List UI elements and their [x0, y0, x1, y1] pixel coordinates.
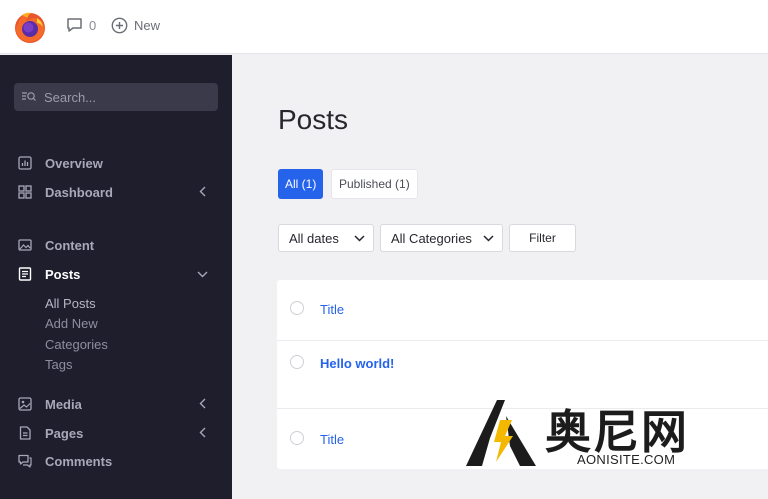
- sidebar-item-label: Content: [45, 237, 95, 253]
- categories-select-value: All Categories: [391, 230, 472, 246]
- sidebar-item-overview[interactable]: Overview: [18, 152, 214, 174]
- search-icon: [22, 92, 36, 101]
- page-title: Posts: [278, 104, 349, 135]
- chevron-left-icon: [199, 427, 206, 438]
- chevron-left-icon: [199, 398, 206, 409]
- categories-select[interactable]: All Categories: [380, 224, 503, 252]
- watermark-url: AONISITE.COM: [577, 452, 676, 467]
- tab-all[interactable]: All (1): [278, 169, 324, 199]
- sidebar-subitem-categories[interactable]: Categories: [45, 337, 108, 352]
- sidebar-subitem-add-new[interactable]: Add New: [45, 316, 98, 331]
- chevron-down-icon: [197, 271, 208, 278]
- photo-icon: [18, 397, 32, 411]
- sidebar-item-media[interactable]: Media: [18, 393, 214, 415]
- tab-published[interactable]: Published (1): [331, 169, 418, 199]
- grid-icon: [18, 185, 32, 199]
- title-column-header[interactable]: Title: [320, 302, 344, 317]
- chevron-down-icon: [483, 235, 494, 242]
- sidebar-item-label: Media: [45, 396, 82, 412]
- sidebar-item-label: Dashboard: [45, 184, 113, 200]
- sidebar-item-label: Posts: [45, 266, 81, 282]
- sidebar-item-dashboard[interactable]: Dashboard: [18, 181, 214, 203]
- comments-icon: [18, 454, 32, 468]
- chart-icon: [18, 156, 32, 170]
- dates-select[interactable]: All dates: [278, 224, 374, 252]
- sidebar-item-pages[interactable]: Pages: [18, 422, 214, 444]
- top-bar: 0 New: [0, 0, 768, 54]
- select-all-radio[interactable]: [290, 301, 304, 315]
- firefox-logo-icon[interactable]: [13, 10, 47, 44]
- comments-count: 0: [89, 17, 97, 33]
- comment-icon: [67, 18, 82, 32]
- row-select-radio[interactable]: [290, 355, 304, 369]
- sidebar-subitem-all-posts[interactable]: All Posts: [45, 296, 96, 311]
- sidebar: Overview Dashboard Content Posts: [0, 55, 232, 499]
- sidebar-item-label: Comments: [45, 453, 113, 469]
- select-all-radio-footer[interactable]: [290, 431, 304, 445]
- chevron-left-icon: [199, 186, 206, 197]
- plus-circle-icon: [111, 17, 128, 34]
- table-header-row: Title: [277, 280, 768, 341]
- sidebar-item-comments[interactable]: Comments: [18, 450, 214, 472]
- page-icon: [19, 426, 31, 440]
- sidebar-item-posts[interactable]: Posts: [18, 263, 214, 285]
- aonisite-logo-icon: [466, 400, 536, 466]
- post-title-link[interactable]: Hello world!: [320, 356, 394, 371]
- chevron-down-icon: [354, 235, 365, 242]
- comments-counter[interactable]: 0: [66, 17, 96, 33]
- sidebar-item-label: Pages: [45, 425, 84, 441]
- image-icon: [18, 239, 32, 251]
- document-icon: [18, 267, 32, 281]
- search-input[interactable]: [44, 89, 204, 105]
- sidebar-subitem-tags[interactable]: Tags: [45, 357, 72, 372]
- filter-button[interactable]: Filter: [509, 224, 576, 252]
- title-column-footer[interactable]: Title: [320, 432, 344, 447]
- sidebar-item-label: Overview: [45, 155, 103, 171]
- sidebar-search[interactable]: [14, 83, 218, 111]
- new-button[interactable]: New: [111, 17, 160, 34]
- new-label: New: [134, 18, 161, 33]
- sidebar-item-content[interactable]: Content: [18, 234, 214, 256]
- dates-select-value: All dates: [289, 230, 339, 246]
